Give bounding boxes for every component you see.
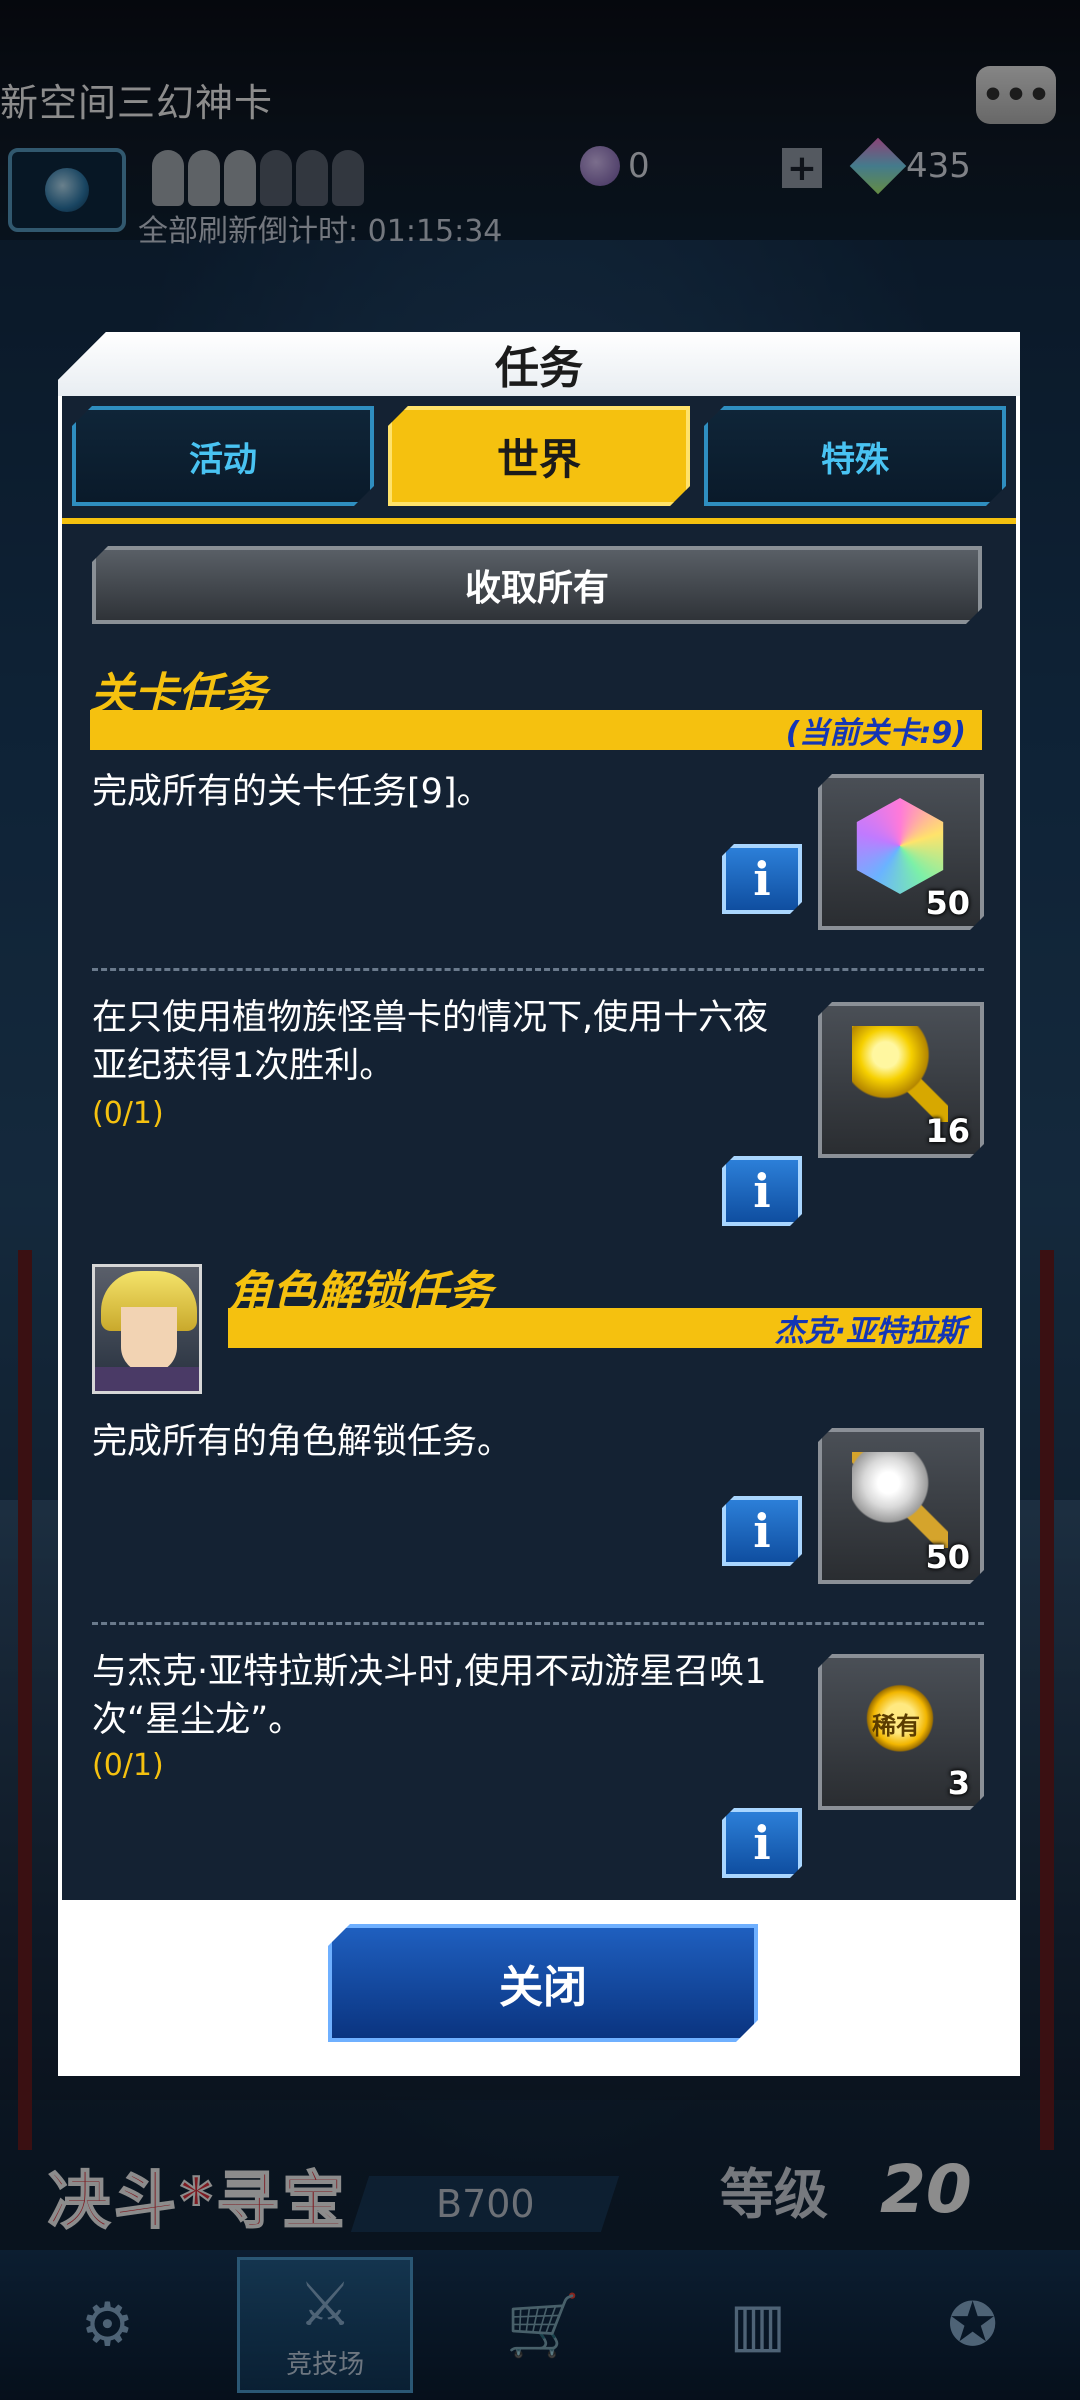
close-button[interactable]: 关闭 [328, 1924, 758, 2042]
gem-icon [852, 798, 948, 894]
reward-qty: 16 [925, 1112, 970, 1150]
mission-progress: (0/1) [92, 1096, 164, 1131]
mission-progress: (0/1) [92, 1748, 164, 1783]
reward-box[interactable]: 稀有 3 [818, 1654, 984, 1810]
info-icon: i [753, 1816, 771, 1870]
mission-text: 在只使用植物族怪兽卡的情况下,使用十六夜亚纪获得1次胜利。 [92, 998, 769, 1086]
reward-qty: 50 [925, 884, 970, 922]
reward-box[interactable]: 16 [818, 1002, 984, 1158]
gold-key-icon [852, 1026, 948, 1122]
tab-event[interactable]: 活动 [72, 406, 374, 506]
reward-qty: 50 [925, 1538, 970, 1576]
info-button[interactable]: i [722, 1808, 802, 1878]
reward-box[interactable]: 50 [818, 1428, 984, 1584]
info-icon: i [753, 1164, 771, 1218]
dialog-title: 任务 [495, 343, 583, 394]
collect-all-button[interactable]: 收取所有 [92, 546, 982, 624]
section-subtitle-stage: (当前关卡:9) [90, 710, 982, 751]
tab-special[interactable]: 特殊 [704, 406, 1006, 506]
dialog-header: 任务 [58, 332, 1020, 396]
reward-box[interactable]: 50 [818, 774, 984, 930]
character-portrait [92, 1264, 202, 1394]
medal-label: 稀有 [872, 1712, 920, 1740]
mission-text: 完成所有的角色解锁任务。 [92, 1422, 513, 1462]
dialog-body: 活动 世界 特殊 收取所有 关卡任务 (当前关卡:9) 完成所有的关卡任务[9]… [62, 396, 1016, 1900]
section-subtitle-character: 杰克·亚特拉斯 [228, 1308, 982, 1349]
mission-dialog: 任务 活动 世界 特殊 收取所有 关卡任务 (当前关卡:9) 完成所有的关卡任务… [58, 332, 1020, 2076]
reward-qty: 3 [947, 1764, 970, 1802]
info-button[interactable]: i [722, 1156, 802, 1226]
portrait-face [121, 1307, 177, 1373]
divider [92, 968, 984, 971]
mission-text: 完成所有的关卡任务[9]。 [92, 772, 492, 812]
mission-text: 与杰克·亚特拉斯决斗时,使用不动游星召唤1次“星尘龙”。 [92, 1652, 767, 1740]
portrait-coat [95, 1367, 199, 1391]
tab-underline [62, 518, 1016, 524]
info-button[interactable]: i [722, 844, 802, 914]
divider [92, 1622, 984, 1625]
silver-key-icon [852, 1452, 948, 1548]
info-icon: i [753, 1504, 771, 1558]
info-icon: i [753, 852, 771, 906]
info-button[interactable]: i [722, 1496, 802, 1566]
tab-world[interactable]: 世界 [388, 406, 690, 506]
mission-tabs: 活动 世界 特殊 [72, 406, 1006, 516]
